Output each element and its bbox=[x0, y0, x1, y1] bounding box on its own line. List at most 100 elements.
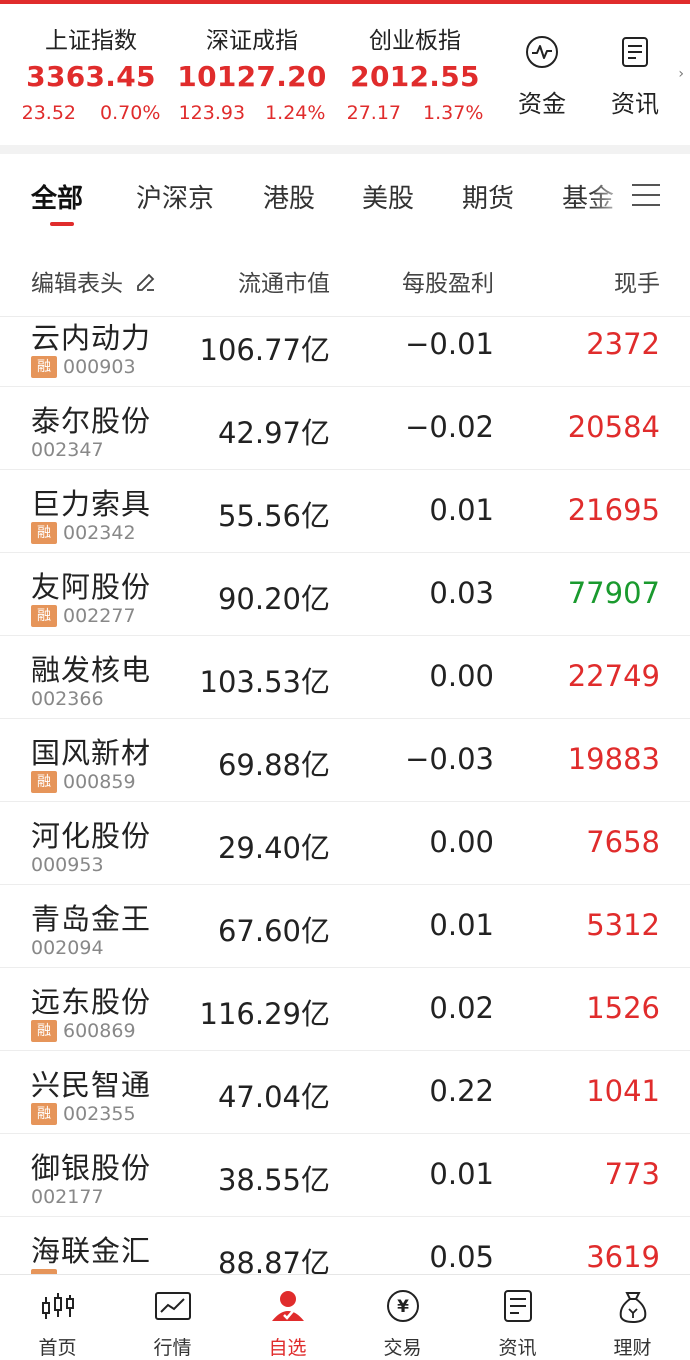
margin-badge: 融 bbox=[31, 604, 57, 627]
active-tab-indicator bbox=[50, 222, 74, 226]
stock-code: 002366 bbox=[31, 688, 104, 710]
section-divider bbox=[0, 145, 690, 154]
market-cap: 106.77亿 bbox=[199, 333, 330, 367]
column-volume[interactable]: 现手 bbox=[614, 264, 660, 298]
eps-value: −0.03 bbox=[405, 742, 494, 776]
index-change: 27.17 bbox=[346, 102, 402, 124]
index-change: 23.52 bbox=[21, 102, 77, 124]
nav-label: 资讯 bbox=[498, 1337, 537, 1359]
home-candlestick-icon bbox=[41, 1293, 74, 1319]
chevron-right-icon[interactable]: › bbox=[678, 66, 684, 82]
edit-icon bbox=[137, 273, 155, 291]
nav-trade[interactable]: ¥ 交易 bbox=[345, 1275, 460, 1359]
tab-shenzhen-shanghai-beijing[interactable]: 沪深京 bbox=[136, 178, 214, 215]
nav-label: 首页 bbox=[38, 1337, 77, 1359]
watchlist: 云内动力 融 000903 106.77亿 −0.01 2372 泰尔股份 002… bbox=[0, 317, 690, 1274]
tab-us-stocks[interactable]: 美股 bbox=[362, 178, 414, 215]
table-row[interactable]: 国风新材 融 000859 69.88亿 −0.03 19883 bbox=[0, 718, 690, 802]
market-cap: 42.97亿 bbox=[217, 416, 330, 450]
volume-value: 2372 bbox=[586, 327, 660, 361]
table-row[interactable]: 海联金汇 88.87亿 0.05 3619 bbox=[0, 1216, 690, 1274]
column-eps[interactable]: 每股盈利 bbox=[402, 264, 494, 298]
table-row[interactable]: 河化股份 000953 29.40亿 0.00 7658 bbox=[0, 801, 690, 885]
stock-code: 000953 bbox=[31, 854, 104, 876]
nav-market[interactable]: 行情 bbox=[115, 1275, 230, 1359]
index-pct: 0.70% bbox=[100, 102, 161, 124]
tab-hk-stocks[interactable]: 港股 bbox=[263, 178, 315, 215]
table-row[interactable]: 友阿股份 融 002277 90.20亿 0.03 77907 bbox=[0, 552, 690, 636]
volume-value: 22749 bbox=[567, 659, 660, 693]
stock-code: 002277 bbox=[63, 605, 136, 627]
stock-name: 泰尔股份 bbox=[31, 404, 152, 438]
index-chinext[interactable]: 创业板指 2012.55 27.17 1.37% bbox=[330, 26, 500, 128]
volume-value: 773 bbox=[604, 1157, 660, 1191]
stock-name: 青岛金王 bbox=[31, 902, 152, 936]
market-cap: 29.40亿 bbox=[217, 831, 330, 865]
volume-value: 19883 bbox=[567, 742, 660, 776]
bottom-nav: 首页 行情 自选 ¥ 交易 资讯 理财 bbox=[0, 1274, 690, 1359]
eps-value: 0.00 bbox=[429, 825, 494, 859]
stock-name: 远东股份 bbox=[31, 985, 152, 1019]
eps-value: 0.01 bbox=[429, 493, 494, 527]
eps-value: 0.00 bbox=[429, 659, 494, 693]
index-change: 123.93 bbox=[178, 102, 246, 124]
stock-name: 兴民智通 bbox=[31, 1068, 152, 1102]
volume-value: 1041 bbox=[586, 1074, 660, 1108]
volume-value: 3619 bbox=[586, 1240, 660, 1274]
margin-badge: 融 bbox=[31, 355, 57, 378]
column-market-cap[interactable]: 流通市值 bbox=[238, 264, 330, 298]
news-button[interactable]: 资讯 bbox=[600, 34, 670, 119]
stock-name: 御银股份 bbox=[31, 1151, 152, 1185]
table-row[interactable]: 巨力索具 融 002342 55.56亿 0.01 21695 bbox=[0, 469, 690, 553]
eps-value: 0.01 bbox=[429, 908, 494, 942]
svg-text:¥: ¥ bbox=[397, 1297, 409, 1317]
tab-futures[interactable]: 期货 bbox=[462, 178, 514, 215]
eps-value: −0.02 bbox=[405, 410, 494, 444]
market-cap: 67.60亿 bbox=[217, 914, 330, 948]
capital-flow-button[interactable]: 资金 bbox=[507, 34, 577, 119]
nav-home[interactable]: 首页 bbox=[0, 1275, 115, 1359]
stock-name: 国风新材 bbox=[31, 736, 152, 770]
index-name: 上证指数 bbox=[45, 28, 137, 54]
index-name: 创业板指 bbox=[369, 28, 461, 54]
nav-wealth[interactable]: 理财 bbox=[575, 1275, 690, 1359]
volume-value: 1526 bbox=[586, 991, 660, 1025]
market-cap: 47.04亿 bbox=[217, 1080, 330, 1114]
volume-value: 77907 bbox=[567, 576, 660, 610]
tab-all[interactable]: 全部 bbox=[31, 178, 83, 215]
market-cap: 55.56亿 bbox=[217, 499, 330, 533]
index-value: 3363.45 bbox=[26, 60, 156, 93]
news-icon bbox=[622, 37, 648, 67]
table-row[interactable]: 云内动力 融 000903 106.77亿 −0.01 2372 bbox=[0, 317, 690, 387]
stock-name: 巨力索具 bbox=[31, 487, 152, 521]
index-header: 上证指数 3363.45 23.52 0.70% 深证成指 10127.20 12… bbox=[0, 4, 690, 145]
edit-header-button[interactable]: 编辑表头 bbox=[31, 264, 158, 298]
stock-name: 友阿股份 bbox=[31, 570, 152, 604]
capital-flow-icon bbox=[526, 36, 558, 68]
table-row[interactable]: 远东股份 融 600869 116.29亿 0.02 1526 bbox=[0, 967, 690, 1051]
index-sse[interactable]: 上证指数 3363.45 23.52 0.70% bbox=[6, 26, 176, 128]
stock-code: 000903 bbox=[63, 356, 136, 378]
index-value: 10127.20 bbox=[177, 60, 327, 93]
stock-code: 002347 bbox=[31, 439, 104, 461]
market-cap: 38.55亿 bbox=[217, 1163, 330, 1197]
news-doc-icon bbox=[503, 1290, 532, 1322]
table-row[interactable]: 泰尔股份 002347 42.97亿 −0.02 20584 bbox=[0, 386, 690, 470]
menu-icon[interactable] bbox=[632, 184, 660, 208]
stock-code: 002177 bbox=[31, 1186, 104, 1208]
table-row[interactable]: 御银股份 002177 38.55亿 0.01 773 bbox=[0, 1133, 690, 1217]
wealth-bag-icon bbox=[619, 1292, 646, 1324]
stock-code: 002342 bbox=[63, 522, 136, 544]
index-szse[interactable]: 深证成指 10127.20 123.93 1.24% bbox=[167, 26, 337, 128]
volume-value: 7658 bbox=[586, 825, 660, 859]
table-row[interactable]: 兴民智通 融 002355 47.04亿 0.22 1041 bbox=[0, 1050, 690, 1134]
table-row[interactable]: 青岛金王 002094 67.60亿 0.01 5312 bbox=[0, 884, 690, 968]
eps-value: 0.01 bbox=[429, 1157, 494, 1191]
margin-badge: 融 bbox=[31, 521, 57, 544]
volume-value: 5312 bbox=[586, 908, 660, 942]
nav-news[interactable]: 资讯 bbox=[460, 1275, 575, 1359]
watchlist-person-icon bbox=[271, 1291, 304, 1321]
nav-label: 自选 bbox=[268, 1337, 307, 1359]
nav-watchlist[interactable]: 自选 bbox=[230, 1275, 345, 1359]
table-row[interactable]: 融发核电 002366 103.53亿 0.00 22749 bbox=[0, 635, 690, 719]
